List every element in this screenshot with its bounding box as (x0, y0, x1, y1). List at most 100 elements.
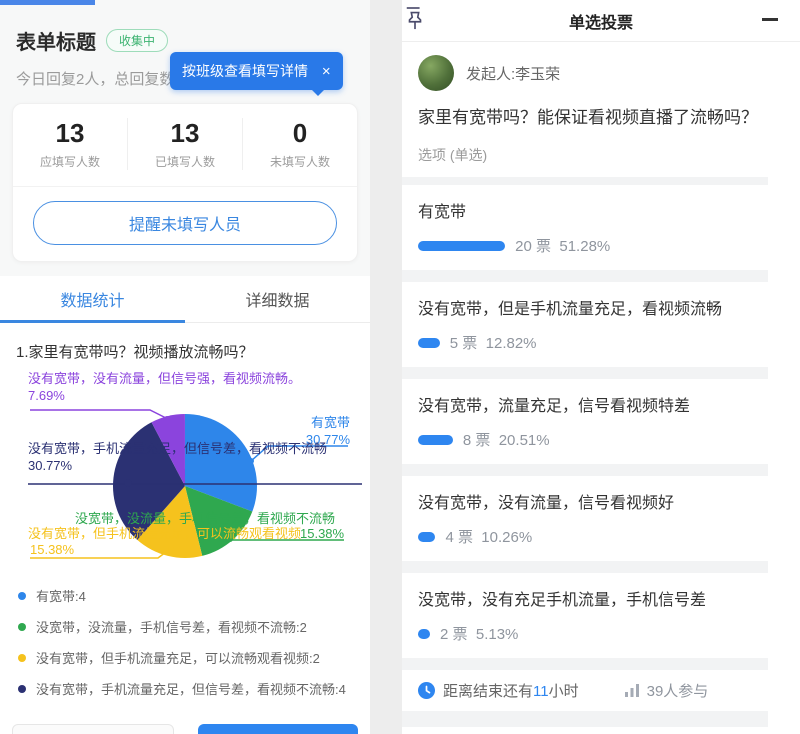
stat-value: 13 (13, 118, 127, 149)
class-detail-tooltip[interactable]: 按班级查看填写详情 × (170, 52, 343, 90)
vote-option-5[interactable]: 没宽带，没有充足手机流量，手机信号差 2 票 5.13% (402, 573, 800, 658)
section-separator (402, 464, 768, 476)
pie-label-green-percent: 15.38% (300, 525, 344, 542)
legend-label: 有宽带:4 (36, 586, 86, 605)
countdown-hours: 11 (533, 683, 549, 700)
vote-count: 2 票 5.13% (440, 623, 518, 644)
vote-title: 单选投票 (569, 9, 633, 33)
panel-gutter (370, 0, 402, 734)
tooltip-text: 按班级查看填写详情 (182, 63, 308, 79)
close-icon[interactable]: × (322, 63, 331, 80)
tab-data-statistics[interactable]: 数据统计 (0, 276, 185, 322)
pie-label-percent: 15.38% (300, 526, 344, 541)
legend-label: 没有宽带，手机流量充足，但信号差，看视频不流畅:4 (36, 679, 346, 698)
section-separator (402, 177, 768, 185)
vote-result-bar (418, 435, 453, 445)
clock-icon (418, 682, 435, 699)
stat-value: 0 (243, 118, 357, 149)
vote-panel: 单选投票 发起人:李玉荣 家里有宽带吗？能保证看视频直播了流畅吗？ 选项 (单选… (402, 0, 800, 734)
stat-label: 已填写人数 (128, 153, 242, 170)
page-title: 表单标题 (16, 26, 96, 55)
legend-dot-blue (18, 592, 26, 600)
option-label: 没有宽带，没有流量，信号看视频好 (418, 489, 784, 513)
tab-label: 详细数据 (245, 287, 309, 311)
section-separator (402, 270, 768, 282)
vote-result-bar (418, 629, 430, 639)
pie-label-purple: 没有宽带，没有流量，但信号强，看视频流畅。 7.69% (28, 370, 301, 404)
pie-label-yellow-percent: 15.38% (30, 541, 74, 558)
vote-count: 8 票 20.51% (463, 429, 550, 450)
stat-expected: 13 应填写人数 (13, 118, 127, 170)
pie-label-text: 有宽带 (306, 414, 350, 431)
vote-option-1[interactable]: 有宽带 20 票 51.28% (402, 185, 800, 270)
stat-label: 应填写人数 (13, 153, 127, 170)
vote-header: 单选投票 (402, 0, 800, 42)
form-stats-panel: 表单标题 收集中 今日回复2人，总回复数1 按班级查看填写详情 × 13 应填写… (0, 0, 370, 734)
statistics-section: 数据统计 详细数据 1.家里有宽带吗？视频播放流畅吗？ (0, 276, 370, 734)
initiator-name: 发起人:李玉荣 (466, 63, 560, 84)
vote-result-bar (418, 338, 440, 348)
vote-result-bar (418, 532, 435, 542)
pie-label-text: 没有宽带，没有流量，但信号强，看视频流畅。 (28, 370, 301, 387)
tooltip-arrow (311, 89, 325, 96)
stat-label: 未填写人数 (243, 153, 357, 170)
set-share-button[interactable]: 设置共享人 (12, 724, 174, 734)
remind-link-row: 提醒大家投票 (402, 727, 800, 734)
vote-option-3[interactable]: 没有宽带，流量充足，信号看视频特差 8 票 20.51% (402, 379, 800, 464)
chart-question: 1.家里有宽带吗？视频播放流畅吗？ (0, 323, 370, 364)
split-view: 表单标题 收集中 今日回复2人，总回复数1 按班级查看填写详情 × 13 应填写… (0, 0, 800, 734)
vote-footer: 距离结束还有11小时 39人参与 (402, 670, 800, 711)
section-separator (402, 658, 768, 670)
vote-question: 家里有宽带吗？能保证看视频直播了流畅吗？ (402, 101, 800, 137)
legend-item: 没宽带，没流量，手机信号差，看视频不流畅:2 (18, 611, 370, 642)
option-label: 没宽带，没有充足手机流量，手机信号差 (418, 586, 784, 610)
pie-chart: 没有宽带，没有流量，但信号强，看视频流畅。 7.69% 有宽带 30.77% 没… (0, 364, 370, 572)
options-type-label: 选项 (单选) (402, 137, 800, 177)
vote-option-4[interactable]: 没有宽带，没有流量，信号看视频好 4 票 10.26% (402, 476, 800, 561)
status-badge: 收集中 (106, 29, 168, 52)
vote-count: 5 票 12.82% (450, 332, 537, 353)
vote-option-2[interactable]: 没有宽带，但是手机流量充足，看视频流畅 5 票 12.82% (402, 282, 800, 367)
legend-label: 没宽带，没流量，手机信号差，看视频不流畅:2 (36, 617, 307, 636)
legend-dot-yellow (18, 654, 26, 662)
bar-chart-icon (625, 684, 640, 697)
pie-label-navy: 没有宽带，手机流量充足，但信号差，看视频不流畅 30.77% (28, 440, 327, 474)
stat-value: 13 (128, 118, 242, 149)
footer-buttons: 设置共享人 导出数据 (0, 712, 370, 734)
stat-unfilled: 0 未填写人数 (242, 118, 357, 170)
option-label: 有宽带 (418, 198, 784, 222)
active-tab-underline (0, 320, 185, 323)
legend-dot-green (18, 623, 26, 631)
legend-dot-navy (18, 685, 26, 693)
initiator-row: 发起人:李玉荣 (402, 42, 800, 101)
participants: 39人参与 (625, 680, 709, 701)
remind-unfilled-button[interactable]: 提醒未填写人员 (33, 201, 337, 245)
legend-item: 没有宽带，但手机流量充足，可以流畅观看视频:2 (18, 642, 370, 673)
avatar[interactable] (418, 55, 454, 91)
divider (13, 186, 357, 187)
tab-bar: 数据统计 详细数据 (0, 276, 370, 323)
option-label: 没有宽带，但是手机流量充足，看视频流畅 (418, 295, 784, 319)
pie-label-text: 没有宽带，但手机流量充足，可以流畅观看视频 (28, 526, 301, 541)
export-data-button[interactable]: 导出数据 (198, 724, 358, 734)
legend-label: 没有宽带，但手机流量充足，可以流畅观看视频:2 (36, 648, 320, 667)
pie-label-yellow: 没有宽带，但手机流量充足，可以流畅观看视频 (28, 525, 301, 542)
option-label: 没有宽带，流量充足，信号看视频特差 (418, 392, 784, 416)
tab-label: 数据统计 (60, 287, 124, 311)
stats-card: 13 应填写人数 13 已填写人数 0 未填写人数 提醒未填写人员 (12, 103, 358, 262)
countdown-text: 距离结束还有11小时 (443, 680, 579, 701)
section-separator (402, 561, 768, 573)
pie-label-percent: 7.69% (28, 387, 301, 404)
tab-detailed-data[interactable]: 详细数据 (185, 276, 370, 322)
participants-count: 39人参与 (647, 680, 709, 701)
form-header: 表单标题 收集中 今日回复2人，总回复数1 按班级查看填写详情 × (0, 0, 370, 89)
legend-item: 有宽带:4 (18, 580, 370, 611)
minimize-icon[interactable] (762, 18, 778, 21)
legend-item: 没有宽带，手机流量充足，但信号差，看视频不流畅:4 (18, 673, 370, 704)
pin-icon[interactable] (404, 6, 426, 37)
section-separator (402, 711, 768, 727)
vote-count: 4 票 10.26% (445, 526, 532, 547)
pie-label-percent: 15.38% (30, 542, 74, 557)
section-separator (402, 367, 768, 379)
pie-legend: 有宽带:4 没宽带，没流量，手机信号差，看视频不流畅:2 没有宽带，但手机流量充… (0, 572, 370, 704)
